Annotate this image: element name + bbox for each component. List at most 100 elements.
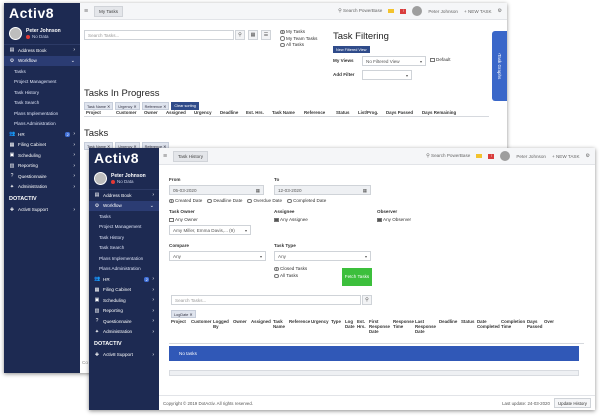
column-header[interactable]: Assigned <box>164 109 192 116</box>
sidebar-item[interactable]: ▦ Filing Cabinet › <box>4 140 80 151</box>
sidebar-item[interactable]: 👥 HR 2 › <box>4 129 80 140</box>
column-header[interactable]: Deadline <box>437 318 459 325</box>
column-header[interactable]: Response Time <box>391 318 414 330</box>
new-filtered-view-button[interactable]: New Filtered View <box>333 46 370 53</box>
sidebar-item[interactable]: Plans Administration <box>89 264 159 275</box>
calendar-icon[interactable]: ▦ <box>256 188 260 194</box>
calendar-icon[interactable]: ▦ <box>363 188 367 194</box>
column-header[interactable]: First Response Date <box>367 318 391 335</box>
sidebar-item[interactable]: Task History <box>89 232 159 243</box>
column-header[interactable]: Days Passed <box>384 109 420 116</box>
search-powerbase-link[interactable]: ⚲ Search PowerBase <box>426 153 470 159</box>
sidebar-item[interactable]: ▦ Filing Cabinet › <box>89 285 159 296</box>
sort-tag-log-date[interactable]: LogDate ✕ <box>171 310 196 318</box>
sidebar-item[interactable]: Task Search <box>4 98 80 109</box>
sidebar-item[interactable]: ▥ Reporting › <box>89 306 159 317</box>
avatar[interactable] <box>9 27 22 40</box>
column-header[interactable]: Task Name <box>270 109 302 116</box>
option-all-tasks[interactable]: All Tasks <box>274 272 307 279</box>
sidebar-item[interactable]: ✚ Activ8 Support › <box>4 205 80 216</box>
sidebar-item[interactable]: 👥 HR 2 › <box>89 274 159 285</box>
sidebar-item[interactable]: ▥ Reporting › <box>4 161 80 172</box>
column-header[interactable]: Owner <box>142 109 164 116</box>
search-powerbase-link[interactable]: ⚲ Search PowerBase <box>338 8 382 14</box>
default-checkbox[interactable]: Default <box>430 57 451 63</box>
top-user-name[interactable]: Peter Johnson <box>516 154 546 159</box>
hamburger-menu-icon[interactable]: ≡ <box>80 8 92 15</box>
column-header[interactable]: Reference <box>287 318 310 325</box>
column-header[interactable]: Over <box>542 318 556 325</box>
top-user-name[interactable]: Peter Johnson <box>428 9 458 14</box>
column-header[interactable]: Customer <box>114 109 142 116</box>
hamburger-menu-icon[interactable]: ≡ <box>159 153 171 160</box>
task-graphs-tab[interactable]: ‹ Task Graphs <box>492 31 507 101</box>
search-tasks-input[interactable]: Search Tasks... <box>171 295 361 305</box>
option-created-date[interactable]: Created Date <box>169 198 202 204</box>
column-header[interactable]: Owner <box>231 318 249 325</box>
column-header[interactable]: Customer <box>189 318 212 325</box>
sidebar-item[interactable]: Task History <box>4 87 80 98</box>
sidebar-item[interactable]: ✦ Administration › <box>89 327 159 338</box>
top-avatar[interactable] <box>412 6 423 16</box>
sidebar-item[interactable]: ▤ Address Book › <box>4 45 80 56</box>
tab-my-tasks[interactable]: My Tasks <box>94 5 124 17</box>
update-history-button[interactable]: Update History <box>553 398 591 408</box>
to-date-input[interactable]: 12-03-2020 ▦ <box>274 185 371 195</box>
column-header[interactable]: Completion Time <box>499 318 525 330</box>
sidebar-item[interactable]: ⚙ Workflow ⌄ <box>4 55 80 66</box>
column-header[interactable]: Reference <box>302 109 334 116</box>
column-header[interactable]: Deadline <box>218 109 244 116</box>
column-header[interactable]: Days Passed <box>525 318 542 330</box>
sidebar-item[interactable]: ? Questionnaire › <box>4 171 80 182</box>
list-view-icon[interactable]: ☰ <box>261 30 271 40</box>
search-button[interactable]: ⚲ <box>235 30 245 40</box>
sidebar-item[interactable]: Project Management <box>89 222 159 233</box>
column-header[interactable]: Status <box>459 318 475 325</box>
column-header[interactable]: Urgency <box>192 109 218 116</box>
task-owner-select[interactable]: Amy Miller, Emma Davis,... (9) ▾ <box>169 225 251 235</box>
sidebar-item[interactable]: Plans Implementation <box>4 108 80 119</box>
task-type-select[interactable]: Any ▾ <box>274 251 371 261</box>
notification-icon[interactable] <box>388 9 395 13</box>
sidebar-item[interactable]: ⚙ Workflow ⌄ <box>89 200 159 211</box>
sidebar-item[interactable]: ▣ Scheduling › <box>4 150 80 161</box>
sidebar-item[interactable]: Project Management <box>4 77 80 88</box>
new-task-button[interactable]: + NEW TASK <box>464 9 492 14</box>
alert-icon[interactable]: ! <box>488 153 495 159</box>
column-header[interactable]: Days Remaining <box>420 109 464 116</box>
top-avatar[interactable] <box>500 151 511 161</box>
sidebar-item[interactable]: ? Questionnaire › <box>89 316 159 327</box>
sidebar-item[interactable]: Plans Implementation <box>89 253 159 264</box>
horizontal-scrollbar[interactable] <box>169 370 579 376</box>
from-date-input[interactable]: 05-03-2020 ▦ <box>169 185 264 195</box>
option-overdue-date[interactable]: Overdue Date <box>247 198 282 204</box>
column-header[interactable]: Last Response Date <box>413 318 437 335</box>
column-header[interactable]: Log Date <box>343 318 355 330</box>
column-header[interactable]: Logged By <box>211 318 231 330</box>
column-header[interactable]: Project <box>84 109 114 116</box>
notification-icon[interactable] <box>476 154 483 158</box>
column-header[interactable]: List/Prog. <box>356 109 384 116</box>
sidebar-item[interactable]: Plans Administration <box>4 119 80 130</box>
column-header[interactable]: Est. Hrs. <box>244 109 270 116</box>
column-header[interactable]: Est. Hrs. <box>355 318 367 330</box>
search-tasks-input[interactable]: Search Tasks... <box>84 30 234 40</box>
any-observer-checkbox[interactable]: Any Observer <box>377 217 411 223</box>
option-closed-tasks[interactable]: Closed Tasks <box>274 265 307 272</box>
column-header[interactable]: Task Name <box>271 318 287 330</box>
column-header[interactable]: Status <box>334 109 356 116</box>
column-header[interactable]: Project <box>169 318 189 325</box>
sidebar-item[interactable]: ✦ Administration › <box>4 182 80 193</box>
column-header[interactable]: Date Completed <box>475 318 500 330</box>
sidebar-item[interactable]: ▤ Address Book › <box>89 190 159 201</box>
alert-icon[interactable]: ! <box>400 8 407 14</box>
option-completed-date[interactable]: Completed Date <box>287 198 326 204</box>
sidebar-item[interactable]: Tasks <box>4 66 80 77</box>
any-owner-checkbox[interactable]: Any Owner <box>169 217 198 223</box>
avatar[interactable] <box>94 172 107 185</box>
option-deadline-date[interactable]: Deadline Date <box>207 198 242 204</box>
compare-select[interactable]: Any ▾ <box>169 251 266 261</box>
sidebar-item[interactable]: ▣ Scheduling › <box>89 295 159 306</box>
any-assignee-checkbox[interactable]: Any Assignee <box>274 217 308 223</box>
option-all-tasks[interactable]: All Tasks <box>280 42 317 49</box>
